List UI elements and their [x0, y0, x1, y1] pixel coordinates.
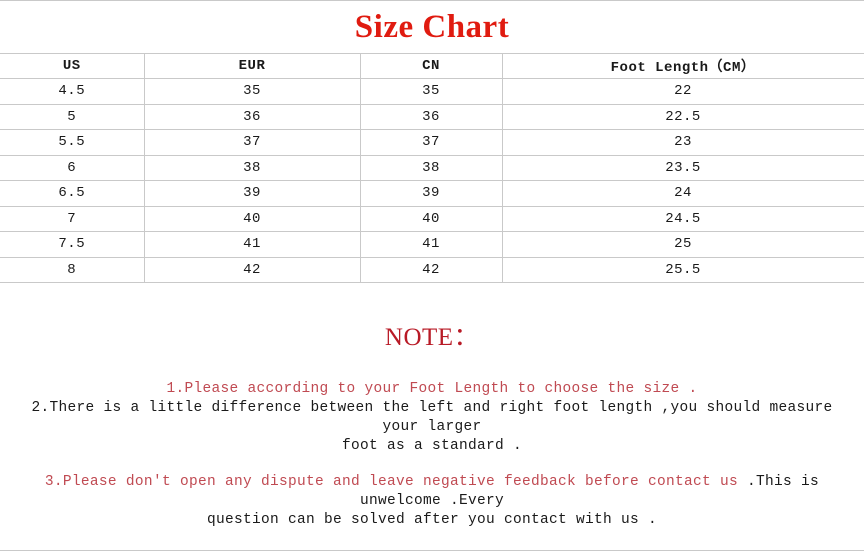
- cell-foot: 25.5: [502, 256, 864, 283]
- table-row: 7.5 41 41 25: [0, 231, 864, 258]
- cell-cn: 38: [360, 154, 503, 181]
- cell-us: 6: [0, 154, 145, 181]
- cell-eur: 38: [144, 154, 361, 181]
- table-row: 4.5 35 35 22: [0, 78, 864, 105]
- note-item-1: 1.Please according to your Foot Length t…: [166, 381, 698, 397]
- size-chart-table: US EUR CN Foot Length（CM） 4.5 35 35 22 5…: [0, 53, 864, 283]
- cell-foot: 23: [502, 129, 864, 156]
- column-header-cn: CN: [360, 53, 503, 79]
- note-item-3-red-text: 3.Please don't open any dispute and leav…: [44, 474, 748, 490]
- cell-cn: 42: [360, 256, 503, 283]
- table-row: 7 40 40 24.5: [0, 205, 864, 232]
- cell-foot: 22.5: [502, 103, 864, 130]
- cell-eur: 42: [144, 256, 361, 283]
- table-header-row: US EUR CN Foot Length（CM）: [0, 53, 864, 79]
- cell-eur: 40: [144, 205, 361, 232]
- cell-cn: 39: [360, 180, 503, 207]
- cell-foot: 23.5: [502, 154, 864, 181]
- cell-us: 5.5: [0, 129, 145, 156]
- cell-eur: 41: [144, 231, 361, 258]
- note-section: NOTE： 1.Please according to your Foot Le…: [0, 283, 864, 530]
- column-header-foot-length: Foot Length（CM）: [502, 53, 864, 79]
- table-row: 8 42 42 25.5: [0, 256, 864, 283]
- cell-foot: 22: [502, 78, 864, 105]
- note-spacer: [0, 456, 864, 473]
- column-header-us: US: [0, 53, 145, 79]
- note-item-3-line-2: question can be solved after you contact…: [206, 512, 658, 528]
- cell-us: 6.5: [0, 180, 145, 207]
- cell-foot: 24.5: [502, 205, 864, 232]
- cell-eur: 36: [144, 103, 361, 130]
- cell-foot: 25: [502, 231, 864, 258]
- size-chart-page: Size Chart US EUR CN Foot Length（CM） 4.5…: [0, 0, 864, 551]
- cell-us: 4.5: [0, 78, 145, 105]
- column-header-eur: EUR: [144, 53, 361, 79]
- cell-cn: 36: [360, 103, 503, 130]
- cell-us: 7.5: [0, 231, 145, 258]
- note-item-2-line-1: 2.There is a little difference between t…: [31, 400, 833, 435]
- table-body: 4.5 35 35 22 5 36 36 22.5 5.5 37 37 23 6…: [0, 78, 864, 283]
- note-heading: NOTE：: [384, 324, 480, 351]
- cell-cn: 37: [360, 129, 503, 156]
- table-header: US EUR CN Foot Length（CM）: [0, 53, 864, 79]
- cell-eur: 39: [144, 180, 361, 207]
- cell-us: 5: [0, 103, 145, 130]
- table-row: 6 38 38 23.5: [0, 154, 864, 181]
- title-container: Size Chart: [0, 1, 864, 53]
- note-item-3-line-1: 3.Please don't open any dispute and leav…: [0, 473, 864, 511]
- table-row: 6.5 39 39 24: [0, 180, 864, 207]
- page-title: Size Chart: [354, 8, 510, 45]
- cell-us: 7: [0, 205, 145, 232]
- note-item-2-line-2: foot as a standard .: [341, 438, 523, 454]
- table-row: 5 36 36 22.5: [0, 103, 864, 130]
- cell-cn: 41: [360, 231, 503, 258]
- cell-foot: 24: [502, 180, 864, 207]
- cell-eur: 37: [144, 129, 361, 156]
- cell-cn: 40: [360, 205, 503, 232]
- cell-eur: 35: [144, 78, 361, 105]
- table-row: 5.5 37 37 23: [0, 129, 864, 156]
- cell-cn: 35: [360, 78, 503, 105]
- cell-us: 8: [0, 256, 145, 283]
